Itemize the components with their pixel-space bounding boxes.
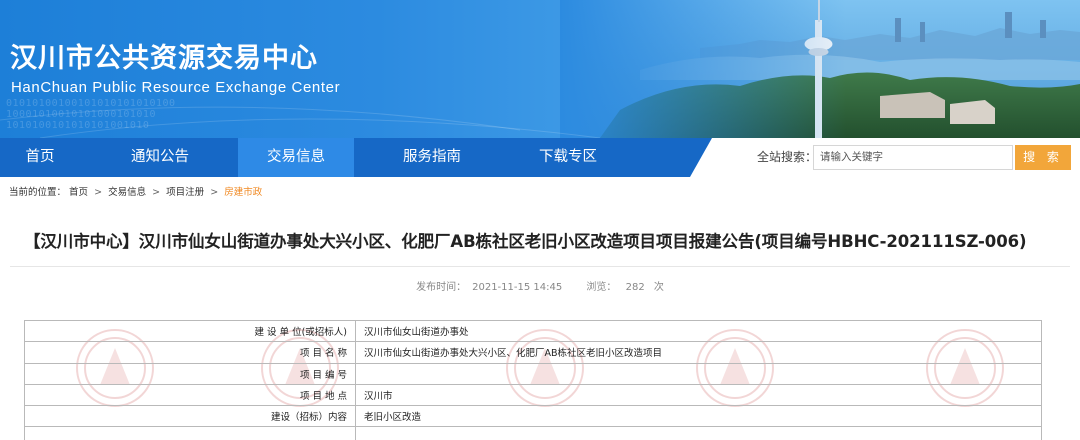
table-cell-key: 项 目 名 称 bbox=[24, 341, 356, 364]
views-label: 浏览： bbox=[586, 282, 617, 293]
article-title: 【汉川市中心】汉川市仙女山街道办事处大兴小区、化肥厂AB栋社区老旧小区改造项目项… bbox=[24, 232, 1027, 251]
publish-time: 2021-11-15 14:45 bbox=[472, 282, 563, 293]
nav-item-service-guide[interactable]: 服务指南 bbox=[374, 138, 490, 177]
breadcrumb-separator: > bbox=[94, 187, 103, 198]
binary-decoration: 01010100100101010101010100 1000101001010… bbox=[6, 98, 176, 131]
site-title: 汉川市公共资源交易中心 bbox=[10, 43, 318, 74]
breadcrumb-trading-info[interactable]: 交易信息 bbox=[108, 187, 146, 198]
breadcrumb-home[interactable]: 首页 bbox=[69, 187, 88, 198]
breadcrumb: 当前的位置： 首页 > 交易信息 > 项目注册 > 房建市政 bbox=[9, 184, 262, 198]
breadcrumb-separator: > bbox=[210, 187, 219, 198]
table-cell-value: 汉川市 bbox=[355, 383, 1042, 407]
nav-item-notices[interactable]: 通知公告 bbox=[102, 138, 218, 177]
table-cell-key: 项 目 地 点 bbox=[24, 383, 356, 407]
table-row: 项 目 名 称 汉川市仙女山街道办事处大兴小区、化肥厂AB栋社区老旧小区改造项目 bbox=[24, 341, 1042, 364]
views-count: 282 bbox=[625, 282, 645, 293]
breadcrumb-project-registration[interactable]: 项目注册 bbox=[166, 187, 204, 198]
search-button[interactable]: 搜 索 bbox=[1015, 145, 1071, 170]
publish-label: 发布时间： bbox=[416, 282, 467, 293]
table-cell-value bbox=[355, 426, 1042, 440]
table-row: 项 目 编 号 bbox=[24, 362, 1042, 385]
table-cell-key: 项 目 编 号 bbox=[24, 362, 356, 385]
search-input[interactable]: 请输入关键字 bbox=[813, 145, 1013, 170]
table-cell-key: 建 设 单 位(或招标人) bbox=[24, 319, 356, 343]
table-cell-key: 建设（招标）内容 bbox=[24, 405, 356, 428]
info-table: 建 设 单 位(或招标人) 汉川市仙女山街道办事处 项 目 名 称 汉川市仙女山… bbox=[24, 319, 1042, 440]
table-cell-key bbox=[24, 426, 356, 440]
table-row: 项 目 地 点 汉川市 bbox=[24, 383, 1042, 407]
project-info-table: 建 设 单 位(或招标人) 汉川市仙女山街道办事处 项 目 名 称 汉川市仙女山… bbox=[24, 319, 1042, 440]
views-unit: 次 bbox=[653, 282, 664, 293]
table-row: 建设（招标）内容 老旧小区改造 bbox=[24, 405, 1042, 428]
nav-item-downloads[interactable]: 下载专区 bbox=[510, 138, 626, 177]
table-cell-value: 汉川市仙女山街道办事处大兴小区、化肥厂AB栋社区老旧小区改造项目 bbox=[355, 341, 1042, 364]
table-cell-value: 老旧小区改造 bbox=[355, 405, 1042, 428]
nav-item-home[interactable]: 首页 bbox=[0, 138, 80, 177]
breadcrumb-current[interactable]: 房建市政 bbox=[224, 187, 262, 198]
search-label: 全站搜索： bbox=[757, 150, 818, 164]
table-cell-value bbox=[355, 362, 1042, 385]
page: 01010100100101010101010100 1000101001010… bbox=[0, 0, 1080, 440]
breadcrumb-separator: > bbox=[152, 187, 161, 198]
article-meta: 发布时间： 2021-11-15 14:45 浏览： 282 次 bbox=[0, 278, 1080, 293]
title-divider bbox=[10, 266, 1070, 267]
breadcrumb-prefix: 当前的位置： bbox=[9, 187, 67, 198]
site-subtitle: HanChuan Public Resource Exchange Center bbox=[11, 79, 341, 96]
header-banner: 01010100100101010101010100 1000101001010… bbox=[0, 0, 1080, 138]
table-row: 建 设 单 位(或招标人) 汉川市仙女山街道办事处 bbox=[24, 319, 1042, 343]
table-cell-value: 汉川市仙女山街道办事处 bbox=[355, 319, 1042, 343]
nav-item-trading-info[interactable]: 交易信息 bbox=[238, 138, 354, 177]
table-row bbox=[24, 426, 1042, 440]
